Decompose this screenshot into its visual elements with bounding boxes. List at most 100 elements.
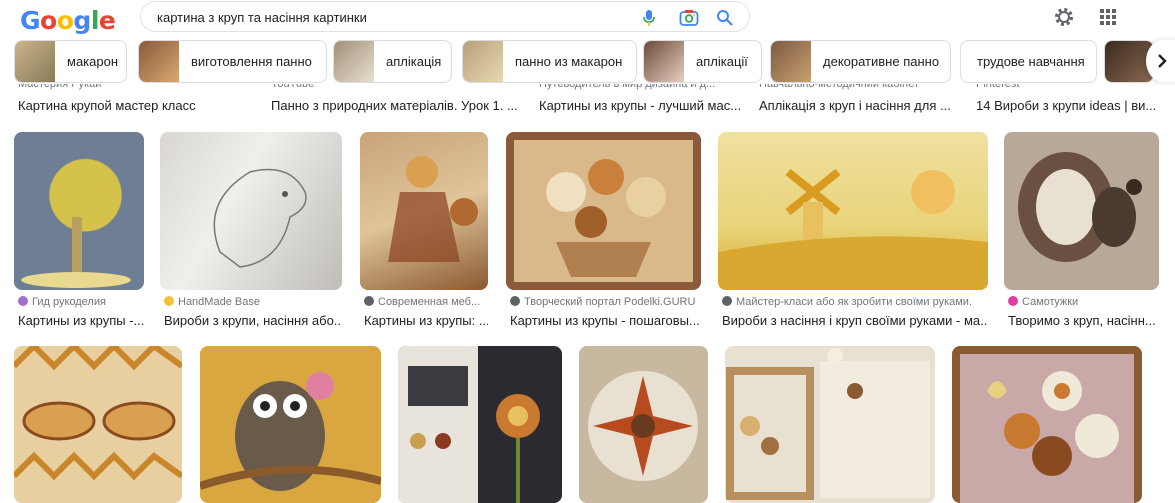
image-art — [960, 354, 1134, 503]
result-card[interactable] — [398, 346, 562, 503]
result-source-line[interactable]: Творческий портал Podelki.GURU — [510, 296, 701, 308]
result-card[interactable] — [579, 346, 708, 503]
result-source[interactable]: Путеводитель в мир дизайна и д... — [539, 84, 739, 90]
result-image[interactable] — [360, 132, 488, 290]
result-title[interactable]: Панно з природних матеріалів. Урок 1. ..… — [271, 98, 519, 113]
camera-search-icon[interactable] — [679, 9, 699, 27]
result-source-line[interactable]: Майстер-класи або як зробити своїми рука… — [722, 296, 988, 308]
result-image[interactable] — [725, 346, 935, 503]
result-image[interactable] — [506, 132, 701, 290]
result-source-line[interactable]: Гид рукоделия — [18, 296, 146, 308]
result-image[interactable] — [160, 132, 342, 290]
search-icon[interactable] — [716, 9, 734, 27]
image-art — [398, 346, 540, 503]
related-searches-chips: макарон виготовлення панно аплікація пан… — [0, 40, 1175, 84]
result-image[interactable] — [14, 132, 144, 290]
result-title[interactable]: Картины из крупы - лучший мас... — [539, 98, 744, 113]
source-favicon-icon — [510, 296, 520, 306]
chip-trudove-navchannya[interactable]: трудове навчання — [960, 40, 1097, 83]
chip-label: виготовлення панно — [191, 54, 312, 69]
result-card[interactable] — [725, 346, 935, 503]
result-source: Майстер-класи або як зробити своїми рука… — [736, 296, 973, 308]
result-source: HandMade Base — [178, 296, 260, 308]
result-title[interactable]: Картина крупой мастер класс — [18, 98, 238, 113]
result-title[interactable]: Картины из крупы: ... — [364, 313, 488, 328]
result-source: Творческий портал Podelki.GURU — [524, 296, 696, 308]
image-art — [726, 348, 930, 500]
search-box[interactable]: картина з круп та насіння картинки — [140, 1, 750, 32]
apps-grid-icon[interactable] — [1099, 8, 1117, 26]
result-source: Гид рукоделия — [32, 296, 106, 308]
header: Google картина з круп та насіння картинк… — [0, 0, 1175, 36]
source-favicon-icon — [164, 296, 174, 306]
chip-label: декоративне панно — [823, 54, 940, 69]
chip-thumbnail — [139, 41, 179, 82]
chip-makaron[interactable]: макарон — [14, 40, 127, 83]
image-art — [14, 346, 182, 481]
result-title[interactable]: 14 Вироби з крупи ideas | ви... — [976, 98, 1156, 113]
result-card[interactable] — [952, 346, 1142, 503]
result-image[interactable] — [200, 346, 381, 503]
result-source-line[interactable]: HandMade Base — [164, 296, 340, 308]
result-source: Современная меб... — [378, 296, 481, 308]
result-image[interactable] — [952, 346, 1142, 503]
microphone-icon[interactable] — [641, 9, 657, 27]
result-card[interactable]: Майстер-класи або як зробити своїми рука… — [718, 132, 988, 332]
logo-letter: G — [20, 6, 41, 35]
chip-panno-making[interactable]: виготовлення панно — [138, 40, 327, 83]
result-source[interactable]: Навчально-методичний кабінет — [759, 84, 959, 90]
image-art — [588, 371, 698, 481]
logo-letter: o — [56, 6, 74, 35]
result-source[interactable]: YouTube — [271, 84, 471, 90]
chip-aplikatsiya[interactable]: аплікація — [333, 40, 452, 83]
result-title[interactable]: Вироби з насіння і круп своїми руками - … — [722, 313, 988, 328]
result-image[interactable] — [1004, 132, 1159, 290]
result-title[interactable]: Вироби з крупи, насіння або... — [164, 313, 340, 328]
source-favicon-icon — [364, 296, 374, 306]
chip-panno-makaron[interactable]: панно из макарон — [462, 40, 637, 83]
chip-thumbnail — [334, 41, 374, 82]
chip-aplikatsii[interactable]: аплікації — [643, 40, 762, 83]
logo-letter: e — [98, 6, 116, 35]
results-row-top: Мастерия Рукай Картина крупой мастер кла… — [0, 84, 1175, 114]
result-source[interactable]: Pinterest — [976, 84, 1156, 90]
image-art — [718, 168, 988, 290]
chip-thumbnail — [644, 41, 684, 82]
result-card[interactable]: Творческий портал Podelki.GURU Картины и… — [506, 132, 701, 332]
image-art — [514, 140, 693, 282]
settings-gear-icon[interactable] — [1053, 6, 1075, 28]
result-source-line[interactable]: Самоτужки — [1008, 296, 1159, 308]
result-card[interactable]: Гид рукоделия Картины из крупы -... — [14, 132, 144, 332]
google-logo[interactable]: Google — [20, 6, 116, 36]
result-source-line[interactable]: Современная меб... — [364, 296, 488, 308]
result-title[interactable]: Картины из крупы -... — [18, 313, 146, 328]
source-favicon-icon — [722, 296, 732, 306]
result-card[interactable] — [200, 346, 381, 503]
result-card[interactable] — [14, 346, 182, 503]
image-art — [213, 168, 307, 268]
chip-label: панно из макарон — [515, 54, 623, 69]
result-title[interactable]: Творимо з круп, насінн... — [1008, 313, 1159, 328]
result-image[interactable] — [14, 346, 182, 503]
chip-thumbnail — [15, 41, 55, 82]
result-card[interactable]: Самоτужки Творимо з круп, насінн... — [1004, 132, 1159, 332]
search-input[interactable]: картина з круп та насіння картинки — [157, 10, 367, 25]
chip-label: аплікації — [696, 54, 748, 69]
result-card[interactable]: HandMade Base Вироби з крупи, насіння аб… — [160, 132, 342, 332]
result-image[interactable] — [579, 346, 708, 503]
chevron-right-icon — [1158, 54, 1167, 68]
source-favicon-icon — [18, 296, 28, 306]
chip-label: аплікація — [386, 54, 442, 69]
result-image[interactable] — [398, 346, 562, 503]
image-art — [21, 217, 131, 288]
result-card[interactable]: Современная меб... Картины из крупы: ... — [360, 132, 488, 332]
logo-letter: g — [73, 6, 91, 35]
source-favicon-icon — [1008, 296, 1018, 306]
result-title[interactable]: Аплікація з круп і насіння для ... — [759, 98, 964, 113]
result-source[interactable]: Мастерия Рукай — [18, 84, 218, 90]
result-image[interactable] — [718, 132, 988, 290]
result-title[interactable]: Картины из крупы - пошаговы... — [510, 313, 701, 328]
logo-letter: l — [90, 6, 100, 35]
chips-next-button[interactable] — [1146, 40, 1175, 82]
chip-decorative-panno[interactable]: декоративне панно — [770, 40, 951, 83]
